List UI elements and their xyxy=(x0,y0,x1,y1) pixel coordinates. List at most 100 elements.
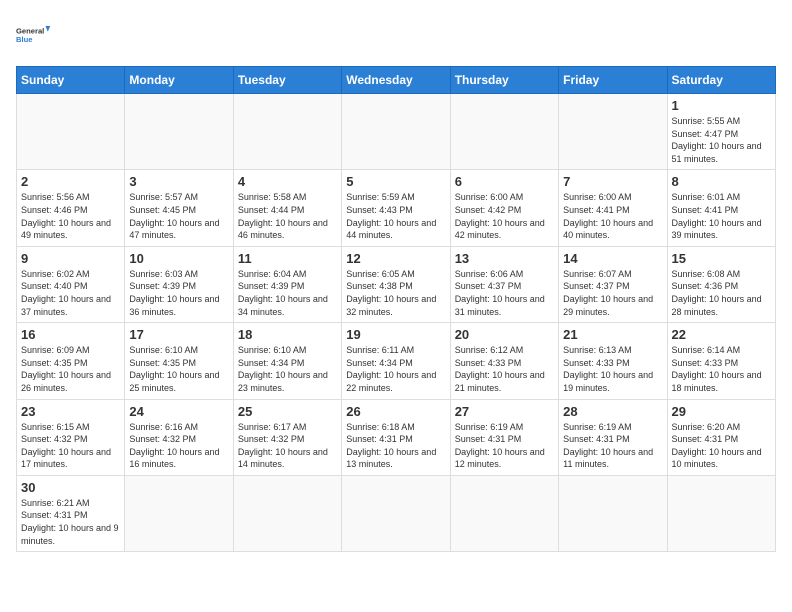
calendar-week-row: 23 Sunrise: 6:15 AM Sunset: 4:32 PM Dayli… xyxy=(17,399,776,475)
calendar-cell: 1 Sunrise: 5:55 AM Sunset: 4:47 PM Daylig… xyxy=(667,94,775,170)
day-info: Sunrise: 5:55 AM Sunset: 4:47 PM Dayligh… xyxy=(672,115,771,165)
calendar-cell: 24Sunrise: 6:16 AM Sunset: 4:32 PM Dayli… xyxy=(125,399,233,475)
day-info: Sunrise: 6:21 AM Sunset: 4:31 PM Dayligh… xyxy=(21,497,120,547)
calendar-cell: 26Sunrise: 6:18 AM Sunset: 4:31 PM Dayli… xyxy=(342,399,450,475)
weekday-header: Thursday xyxy=(450,67,558,94)
day-info: Sunrise: 6:02 AM Sunset: 4:40 PM Dayligh… xyxy=(21,268,120,318)
calendar-cell xyxy=(233,94,341,170)
calendar-week-row: 16 Sunrise: 6:09 AM Sunset: 4:35 PM Dayli… xyxy=(17,323,776,399)
calendar-cell xyxy=(17,94,125,170)
day-info: Sunrise: 6:19 AM Sunset: 4:31 PM Dayligh… xyxy=(455,421,554,471)
day-number: 22 xyxy=(672,327,771,342)
calendar-cell xyxy=(233,475,341,551)
day-info: Sunrise: 6:15 AM Sunset: 4:32 PM Dayligh… xyxy=(21,421,120,471)
calendar-cell: 16 Sunrise: 6:09 AM Sunset: 4:35 PM Dayli… xyxy=(17,323,125,399)
weekday-header: Sunday xyxy=(17,67,125,94)
header: GeneralBlue xyxy=(16,16,776,54)
calendar-cell xyxy=(667,475,775,551)
svg-text:Blue: Blue xyxy=(16,35,32,44)
day-info: Sunrise: 5:58 AM Sunset: 4:44 PM Dayligh… xyxy=(238,191,337,241)
calendar-week-row: 9 Sunrise: 6:02 AM Sunset: 4:40 PM Daylig… xyxy=(17,246,776,322)
day-info: Sunrise: 6:05 AM Sunset: 4:38 PM Dayligh… xyxy=(346,268,445,318)
calendar-cell: 13 Sunrise: 6:06 AM Sunset: 4:37 PM Dayli… xyxy=(450,246,558,322)
weekday-header-row: SundayMondayTuesdayWednesdayThursdayFrid… xyxy=(17,67,776,94)
day-number: 24 xyxy=(129,404,228,419)
calendar-cell: 22 Sunrise: 6:14 AM Sunset: 4:33 PM Dayli… xyxy=(667,323,775,399)
calendar-cell: 11 Sunrise: 6:04 AM Sunset: 4:39 PM Dayli… xyxy=(233,246,341,322)
day-number: 23 xyxy=(21,404,120,419)
weekday-header: Monday xyxy=(125,67,233,94)
day-info: Sunrise: 5:56 AM Sunset: 4:46 PM Dayligh… xyxy=(21,191,120,241)
calendar-cell: 20 Sunrise: 6:12 AM Sunset: 4:33 PM Dayli… xyxy=(450,323,558,399)
day-number: 19 xyxy=(346,327,445,342)
calendar-cell: 15Sunrise: 6:08 AM Sunset: 4:36 PM Dayli… xyxy=(667,246,775,322)
day-info: Sunrise: 6:18 AM Sunset: 4:31 PM Dayligh… xyxy=(346,421,445,471)
calendar-cell: 5Sunrise: 5:59 AM Sunset: 4:43 PM Daylig… xyxy=(342,170,450,246)
calendar-cell xyxy=(559,94,667,170)
calendar-cell: 4 Sunrise: 5:58 AM Sunset: 4:44 PM Daylig… xyxy=(233,170,341,246)
day-number: 7 xyxy=(563,174,662,189)
day-number: 3 xyxy=(129,174,228,189)
calendar-cell: 8Sunrise: 6:01 AM Sunset: 4:41 PM Daylig… xyxy=(667,170,775,246)
day-info: Sunrise: 6:00 AM Sunset: 4:41 PM Dayligh… xyxy=(563,191,662,241)
weekday-header: Saturday xyxy=(667,67,775,94)
calendar-cell: 25 Sunrise: 6:17 AM Sunset: 4:32 PM Dayli… xyxy=(233,399,341,475)
calendar-week-row: 2 Sunrise: 5:56 AM Sunset: 4:46 PM Daylig… xyxy=(17,170,776,246)
calendar-cell: 6Sunrise: 6:00 AM Sunset: 4:42 PM Daylig… xyxy=(450,170,558,246)
weekday-header: Friday xyxy=(559,67,667,94)
calendar-week-row: 1 Sunrise: 5:55 AM Sunset: 4:47 PM Daylig… xyxy=(17,94,776,170)
day-number: 11 xyxy=(238,251,337,266)
calendar-cell: 27Sunrise: 6:19 AM Sunset: 4:31 PM Dayli… xyxy=(450,399,558,475)
day-info: Sunrise: 6:14 AM Sunset: 4:33 PM Dayligh… xyxy=(672,344,771,394)
calendar-cell: 3 Sunrise: 5:57 AM Sunset: 4:45 PM Daylig… xyxy=(125,170,233,246)
day-number: 14 xyxy=(563,251,662,266)
calendar-cell: 28Sunrise: 6:19 AM Sunset: 4:31 PM Dayli… xyxy=(559,399,667,475)
calendar-cell xyxy=(125,94,233,170)
day-number: 8 xyxy=(672,174,771,189)
day-number: 4 xyxy=(238,174,337,189)
day-number: 29 xyxy=(672,404,771,419)
calendar-cell: 30Sunrise: 6:21 AM Sunset: 4:31 PM Dayli… xyxy=(17,475,125,551)
day-number: 9 xyxy=(21,251,120,266)
calendar-cell: 21 Sunrise: 6:13 AM Sunset: 4:33 PM Dayli… xyxy=(559,323,667,399)
day-number: 12 xyxy=(346,251,445,266)
day-number: 6 xyxy=(455,174,554,189)
calendar-cell: 23 Sunrise: 6:15 AM Sunset: 4:32 PM Dayli… xyxy=(17,399,125,475)
day-info: Sunrise: 6:08 AM Sunset: 4:36 PM Dayligh… xyxy=(672,268,771,318)
calendar-week-row: 30Sunrise: 6:21 AM Sunset: 4:31 PM Dayli… xyxy=(17,475,776,551)
day-info: Sunrise: 5:57 AM Sunset: 4:45 PM Dayligh… xyxy=(129,191,228,241)
day-info: Sunrise: 6:10 AM Sunset: 4:35 PM Dayligh… xyxy=(129,344,228,394)
day-number: 17 xyxy=(129,327,228,342)
day-number: 16 xyxy=(21,327,120,342)
day-info: Sunrise: 6:12 AM Sunset: 4:33 PM Dayligh… xyxy=(455,344,554,394)
logo: GeneralBlue xyxy=(16,16,54,54)
calendar-cell: 10Sunrise: 6:03 AM Sunset: 4:39 PM Dayli… xyxy=(125,246,233,322)
calendar-cell: 12 Sunrise: 6:05 AM Sunset: 4:38 PM Dayli… xyxy=(342,246,450,322)
day-number: 2 xyxy=(21,174,120,189)
weekday-header: Wednesday xyxy=(342,67,450,94)
day-number: 18 xyxy=(238,327,337,342)
day-info: Sunrise: 6:11 AM Sunset: 4:34 PM Dayligh… xyxy=(346,344,445,394)
page: GeneralBlue SundayMondayTuesdayWednesday… xyxy=(0,0,792,568)
day-info: Sunrise: 6:09 AM Sunset: 4:35 PM Dayligh… xyxy=(21,344,120,394)
day-info: Sunrise: 6:10 AM Sunset: 4:34 PM Dayligh… xyxy=(238,344,337,394)
day-number: 21 xyxy=(563,327,662,342)
day-info: Sunrise: 6:17 AM Sunset: 4:32 PM Dayligh… xyxy=(238,421,337,471)
day-info: Sunrise: 6:07 AM Sunset: 4:37 PM Dayligh… xyxy=(563,268,662,318)
day-number: 13 xyxy=(455,251,554,266)
svg-text:General: General xyxy=(16,27,44,36)
day-info: Sunrise: 6:20 AM Sunset: 4:31 PM Dayligh… xyxy=(672,421,771,471)
day-number: 1 xyxy=(672,98,771,113)
calendar-cell: 29 Sunrise: 6:20 AM Sunset: 4:31 PM Dayli… xyxy=(667,399,775,475)
day-number: 28 xyxy=(563,404,662,419)
day-info: Sunrise: 6:13 AM Sunset: 4:33 PM Dayligh… xyxy=(563,344,662,394)
calendar-cell xyxy=(450,475,558,551)
day-info: Sunrise: 6:04 AM Sunset: 4:39 PM Dayligh… xyxy=(238,268,337,318)
day-number: 25 xyxy=(238,404,337,419)
day-number: 5 xyxy=(346,174,445,189)
calendar-cell xyxy=(342,94,450,170)
logo-icon: GeneralBlue xyxy=(16,16,54,54)
day-number: 20 xyxy=(455,327,554,342)
day-info: Sunrise: 6:06 AM Sunset: 4:37 PM Dayligh… xyxy=(455,268,554,318)
calendar-cell: 18 Sunrise: 6:10 AM Sunset: 4:34 PM Dayli… xyxy=(233,323,341,399)
